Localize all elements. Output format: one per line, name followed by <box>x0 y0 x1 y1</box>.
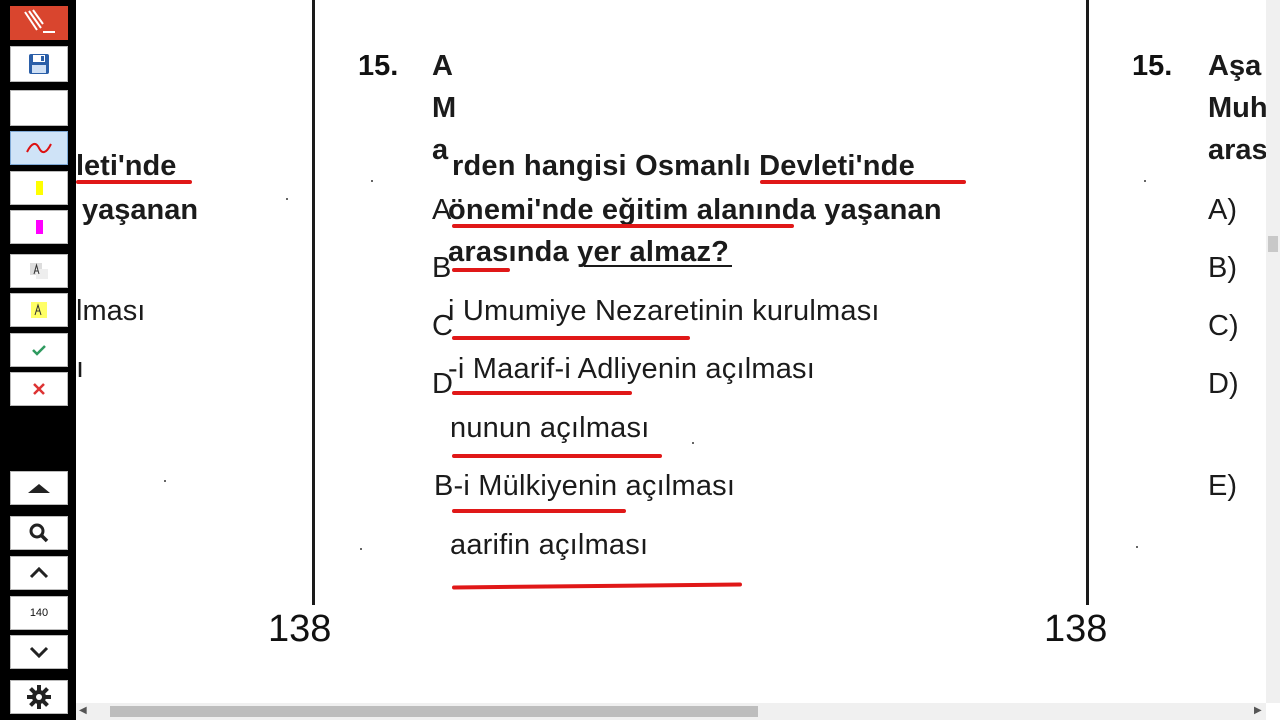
red-underline <box>452 268 510 272</box>
right-option-a: A) <box>1208 194 1237 226</box>
save-button[interactable] <box>10 46 68 82</box>
search-button[interactable] <box>10 516 68 550</box>
checkmark-button[interactable] <box>10 333 68 367</box>
page-number-left: 138 <box>268 608 332 650</box>
scan-speck <box>164 480 166 482</box>
red-underline <box>452 391 632 395</box>
highlighted-text-icon <box>31 302 47 318</box>
magnifier-icon <box>29 523 49 543</box>
document-view[interactable]: leti'nde yaşanan lması ı 138 15. A M a A… <box>76 0 1266 703</box>
right-option-d: D) <box>1208 368 1239 400</box>
magenta-marker-icon <box>35 220 43 234</box>
scan-speck <box>1144 180 1146 182</box>
text-box-button[interactable] <box>10 254 68 288</box>
question-number-right: 15. <box>1132 50 1173 82</box>
scan-speck <box>360 548 362 550</box>
chevron-up-icon <box>29 566 49 579</box>
option-a-text: i Umumiye Nezaretinin kurulması <box>448 295 880 327</box>
scan-speck <box>1136 546 1138 548</box>
red-underline <box>452 454 662 458</box>
right-option-c: C) <box>1208 310 1239 342</box>
right-option-e: E) <box>1208 470 1237 502</box>
scan-speck <box>692 442 694 444</box>
page-divider-left <box>312 0 315 605</box>
page-divider-right <box>1086 0 1089 605</box>
highlighted-text-button[interactable] <box>10 293 68 327</box>
margin-letter-2: M <box>432 92 457 124</box>
blank-tool-button[interactable] <box>10 90 68 126</box>
text-box-icon <box>30 263 48 279</box>
option-c-text: nunun açılması <box>450 412 650 444</box>
yellow-marker-icon <box>35 181 43 195</box>
zoom-level-display: 140 <box>10 596 68 630</box>
cross-mark-button[interactable] <box>10 372 68 406</box>
red-underline <box>452 509 626 513</box>
app-logo-button[interactable] <box>10 6 68 40</box>
cross-mark-icon <box>33 383 45 395</box>
question-number: 15. <box>358 50 399 82</box>
printed-underline <box>584 265 732 267</box>
right-line-2: Muh <box>1208 92 1266 124</box>
scan-speck <box>371 180 373 182</box>
right-option-b: B) <box>1208 252 1237 284</box>
horizontal-scroll-thumb[interactable] <box>110 706 758 717</box>
question-line-2: önemi'nde eğitim alanında yaşanan <box>448 194 942 226</box>
left-fragment-line3: lması <box>76 295 146 327</box>
pen-logo-icon <box>24 9 55 33</box>
floppy-disk-icon <box>29 54 49 74</box>
scan-speck <box>286 198 288 200</box>
checkmark-icon <box>32 345 46 356</box>
margin-letter-1: A <box>432 50 453 82</box>
zoom-in-button[interactable] <box>10 556 68 590</box>
zoom-out-button[interactable] <box>10 635 68 669</box>
question-line-1: rden hangisi Osmanlı Devleti'nde <box>452 150 915 182</box>
triangle-up-icon <box>28 484 50 493</box>
left-fragment-line1: leti'nde <box>76 150 177 182</box>
option-e-text: aarifin açılması <box>450 529 649 561</box>
vertical-scrollbar[interactable] <box>1266 0 1280 703</box>
left-fragment-line2: yaşanan <box>82 194 199 226</box>
annotation-toolbar: 140 <box>0 0 76 720</box>
red-underline <box>451 582 743 590</box>
red-underline <box>76 180 192 184</box>
vertical-scroll-thumb[interactable] <box>1268 236 1278 252</box>
margin-letter-3: a <box>432 134 449 166</box>
option-b-text: -i Maarif-i Adliyenin açılması <box>448 353 815 385</box>
red-underline <box>760 180 966 184</box>
freehand-pen-button[interactable] <box>10 131 68 165</box>
gear-icon <box>27 685 51 709</box>
right-line-1: Aşa <box>1208 50 1262 82</box>
page-number-right: 138 <box>1044 608 1108 650</box>
chevron-down-icon <box>29 646 49 659</box>
scroll-left-arrow-icon[interactable]: ◀ <box>79 705 87 716</box>
freehand-line-icon <box>26 142 52 154</box>
option-d-text: B-i Mülkiyenin açılması <box>434 470 736 502</box>
left-fragment-line4: ı <box>76 352 85 384</box>
magenta-highlighter-button[interactable] <box>10 210 68 244</box>
settings-button[interactable] <box>10 680 68 714</box>
page-up-button[interactable] <box>10 471 68 505</box>
red-underline <box>452 224 794 228</box>
right-line-3: aras <box>1208 134 1266 166</box>
yellow-highlighter-button[interactable] <box>10 171 68 205</box>
scroll-right-arrow-icon[interactable]: ▶ <box>1254 705 1262 716</box>
zoom-level-value: 140 <box>29 607 49 619</box>
red-underline <box>452 336 690 340</box>
